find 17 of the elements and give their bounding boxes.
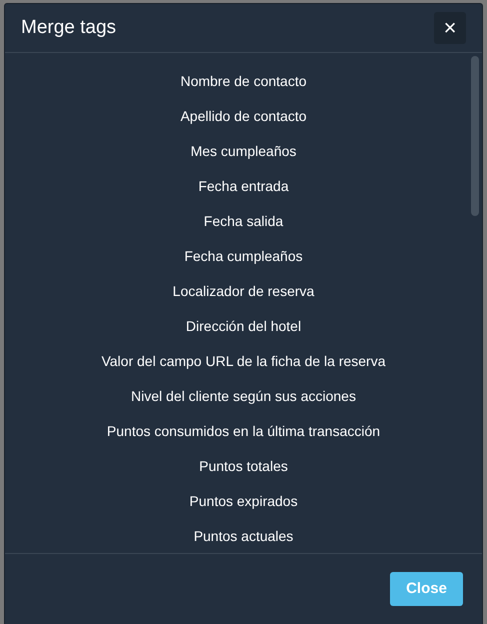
scrollbar[interactable] (471, 56, 479, 216)
merge-tag-item[interactable]: Puntos actuales (194, 527, 294, 546)
merge-tag-item[interactable]: Dirección del hotel (186, 317, 302, 336)
merge-tag-item[interactable]: Nombre de contacto (180, 72, 307, 92)
merge-tag-item[interactable]: Puntos totales (199, 457, 288, 476)
merge-tag-item[interactable]: Puntos consumidos en la última transacción (106, 422, 380, 442)
merge-tag-item[interactable]: Valor del campo URL de la ficha de la reserva (101, 352, 386, 372)
merge-tag-item[interactable]: Puntos expirados (189, 492, 298, 512)
merge-tag-item[interactable]: Nivel del cliente según sus acciones (131, 387, 356, 406)
merge-tag-item[interactable]: Fecha salida (204, 212, 284, 232)
merge-tag-item[interactable]: Localizador de reserva (172, 282, 314, 302)
close-button[interactable]: × (434, 12, 466, 44)
merge-tag-item[interactable]: Mes cumpleaños (190, 142, 296, 162)
merge-tag-item[interactable]: Apellido de contacto (180, 107, 307, 126)
dialog-title: Merge tags (21, 16, 116, 40)
merge-tag-item[interactable]: Fecha entrada (198, 177, 289, 196)
merge-tag-item[interactable]: Fecha cumpleaños (184, 247, 303, 266)
